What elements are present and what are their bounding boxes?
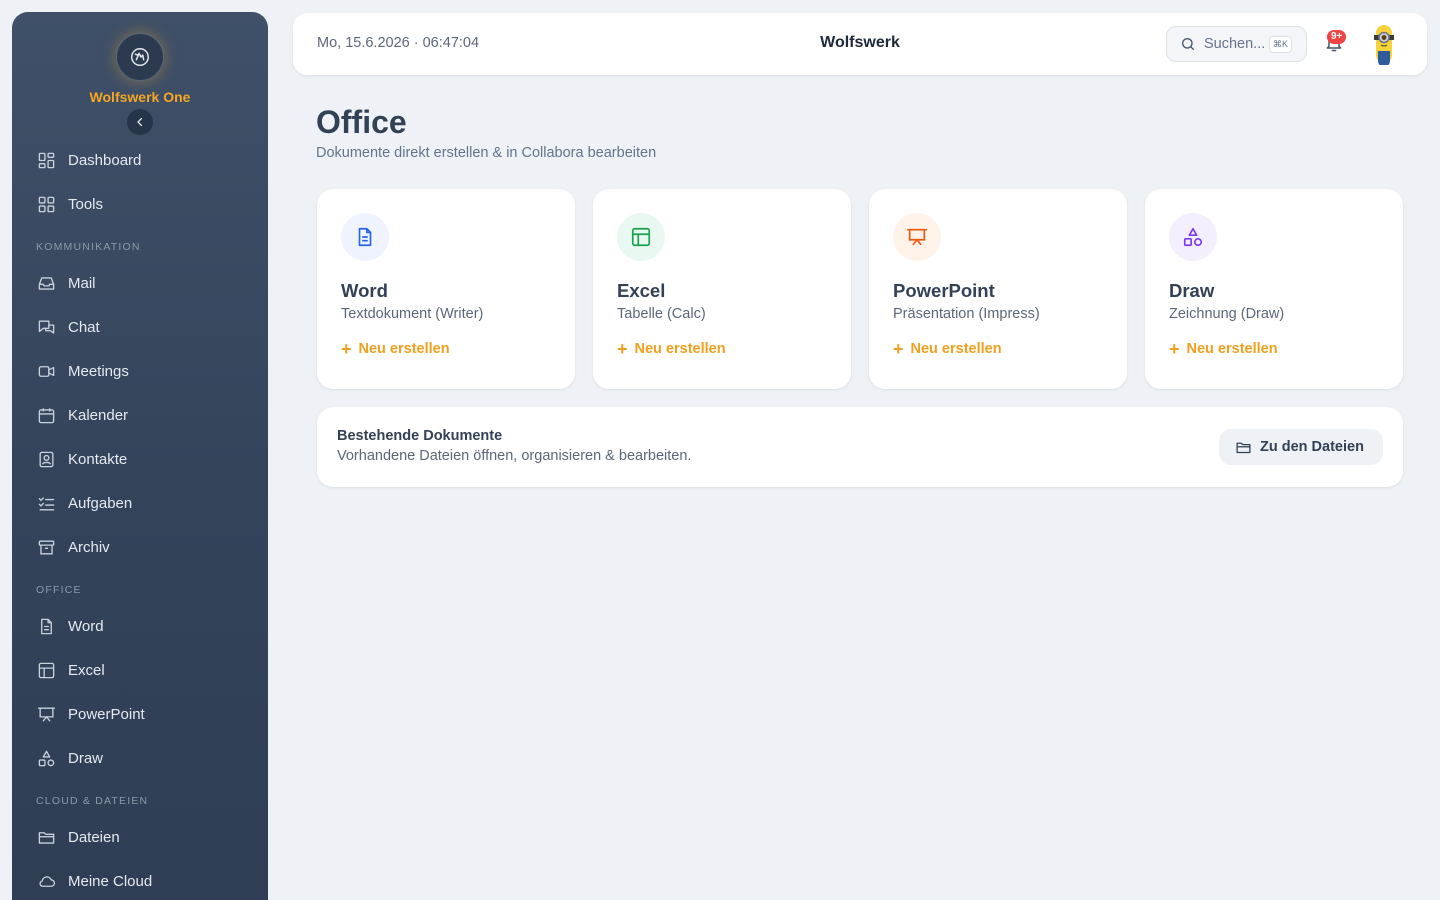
create-label: Neu erstellen [634, 341, 726, 357]
existing-title: Bestehende Dokumente [337, 428, 503, 444]
create-excel-button[interactable]: + Neu erstellen [617, 339, 726, 359]
powerpoint-presentation-icon [893, 213, 941, 261]
page-title: Office [316, 104, 407, 140]
card-subtitle: Zeichnung (Draw) [1169, 306, 1285, 322]
sidebar-item-label: Meetings [68, 362, 129, 380]
card-subtitle: Präsentation (Impress) [893, 306, 1040, 322]
existing-documents-panel: Bestehende Dokumente Vorhandene Dateien … [317, 407, 1403, 487]
sidebar-item-label: Kontakte [68, 450, 128, 468]
sidebar-item-dashboard[interactable]: Dashboard [36, 144, 256, 176]
avatar[interactable] [1364, 23, 1404, 67]
section-label-office: Office [36, 584, 82, 596]
create-label: Neu erstellen [358, 341, 450, 357]
notification-badge: 9+ [1327, 30, 1347, 44]
sidebar-item-label: PowerPoint [68, 705, 145, 723]
card-title: Word [341, 280, 388, 301]
sidebar-item-label: Chat [68, 318, 100, 336]
plus-icon: + [893, 339, 904, 359]
sidebar-item-label: Aufgaben [68, 494, 133, 512]
open-files-label: Zu den Dateien [1260, 439, 1364, 455]
sidebar-item-draw[interactable]: Draw [36, 742, 256, 774]
contact-icon [36, 449, 56, 469]
card-title: PowerPoint [893, 280, 995, 301]
card-subtitle: Tabelle (Calc) [617, 306, 706, 322]
office-card-powerpoint[interactable]: PowerPoint Präsentation (Impress) + Neu e… [869, 189, 1127, 389]
cloud-icon [36, 871, 56, 891]
calendar-icon [36, 405, 56, 425]
sidebar-item-label: Dashboard [68, 151, 142, 169]
open-files-button[interactable]: Zu den Dateien [1219, 429, 1383, 465]
word-document-icon [341, 213, 389, 261]
brand-logo-icon[interactable] [117, 34, 163, 80]
sidebar-item-label: Excel [68, 661, 105, 679]
plus-icon: + [617, 339, 628, 359]
sidebar-item-dateien[interactable]: Dateien [36, 821, 256, 853]
sidebar-item-label: Dateien [68, 828, 120, 846]
search-placeholder: Suchen... [1204, 36, 1266, 52]
shapes-icon [36, 748, 56, 768]
sidebar-item-label: Meine Cloud [68, 872, 153, 890]
sidebar-item-mail[interactable]: Mail [36, 267, 256, 299]
chat-icon [36, 317, 56, 337]
sidebar: Wolfswerk One Dashboard Tools Kommunikat… [12, 12, 268, 900]
sidebar-item-tools[interactable]: Tools [36, 188, 256, 220]
folder-icon [36, 827, 56, 847]
draw-shapes-icon [1169, 213, 1217, 261]
video-icon [36, 361, 56, 381]
section-label-kommunikation: Kommunikation [36, 241, 141, 253]
card-title: Draw [1169, 280, 1215, 301]
sidebar-item-meine-cloud[interactable]: Meine Cloud [36, 865, 256, 897]
sidebar-item-archiv[interactable]: Archiv [36, 531, 256, 563]
create-word-button[interactable]: + Neu erstellen [341, 339, 450, 359]
folder-open-icon [1236, 442, 1251, 453]
excel-table-icon [617, 213, 665, 261]
sidebar-item-label: Mail [68, 274, 96, 292]
sidebar-item-label: Draw [68, 749, 104, 767]
search-input[interactable]: Suchen... ⌘K [1166, 26, 1307, 62]
sidebar-item-label: Word [68, 617, 104, 635]
card-title: Excel [617, 280, 666, 301]
sidebar-item-label: Archiv [68, 538, 110, 556]
sidebar-item-powerpoint[interactable]: PowerPoint [36, 698, 256, 730]
search-shortcut: ⌘K [1268, 36, 1292, 53]
table-icon [36, 660, 56, 680]
create-draw-button[interactable]: + Neu erstellen [1169, 339, 1278, 359]
page-subtitle: Dokumente direkt erstellen & in Collabor… [316, 145, 657, 161]
presentation-icon [36, 704, 56, 724]
sidebar-item-kalender[interactable]: Kalender [36, 399, 256, 431]
office-card-draw[interactable]: Draw Zeichnung (Draw) + Neu erstellen [1145, 189, 1403, 389]
sidebar-item-excel[interactable]: Excel [36, 654, 256, 686]
top-header: Mo, 15.6.2026 · 06:47:04 Wolfswerk Suche… [293, 13, 1427, 75]
chevron-left-icon [137, 117, 143, 127]
collapse-sidebar-button[interactable] [127, 109, 153, 135]
sidebar-item-chat[interactable]: Chat [36, 311, 256, 343]
sidebar-item-label: Kalender [68, 406, 129, 424]
datetime: Mo, 15.6.2026 · 06:47:04 [317, 35, 480, 51]
sidebar-item-meetings[interactable]: Meetings [36, 355, 256, 387]
sidebar-item-aufgaben[interactable]: Aufgaben [36, 487, 256, 519]
dashboard-icon [36, 150, 56, 170]
section-label-cloud: Cloud & Dateien [36, 795, 149, 807]
document-icon [36, 616, 56, 636]
brand: Wolfswerk One [12, 34, 268, 105]
card-subtitle: Textdokument (Writer) [341, 306, 484, 322]
create-label: Neu erstellen [1186, 341, 1278, 357]
archive-icon [36, 537, 56, 557]
sidebar-item-label: Tools [68, 195, 104, 213]
sidebar-item-kontakte[interactable]: Kontakte [36, 443, 256, 475]
create-label: Neu erstellen [910, 341, 1002, 357]
brand-name: Wolfswerk One [89, 89, 191, 105]
inbox-icon [36, 273, 56, 293]
create-powerpoint-button[interactable]: + Neu erstellen [893, 339, 1002, 359]
grid-icon [36, 194, 56, 214]
search-icon [1182, 38, 1194, 50]
office-card-excel[interactable]: Excel Tabelle (Calc) + Neu erstellen [593, 189, 851, 389]
tasks-icon [36, 493, 56, 513]
sidebar-item-word[interactable]: Word [36, 610, 256, 642]
office-card-word[interactable]: Word Textdokument (Writer) + Neu erstelle… [317, 189, 575, 389]
existing-subtitle: Vorhandene Dateien öffnen, organisieren … [337, 448, 692, 464]
plus-icon: + [1169, 339, 1180, 359]
plus-icon: + [341, 339, 352, 359]
